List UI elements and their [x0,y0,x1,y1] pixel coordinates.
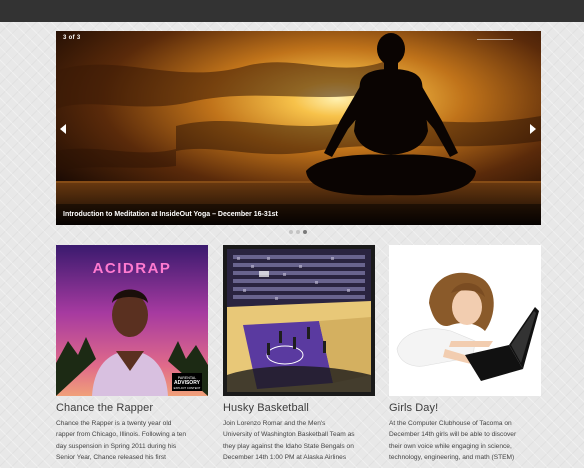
chevron-right-icon [530,124,536,134]
top-navigation-bar [0,0,584,22]
basketball-arena-image[interactable] [223,245,375,396]
card-title[interactable]: Girls Day! [389,402,541,414]
slide-counter: 3 of 3 [63,35,81,41]
card-excerpt-line: At the Computer Clubhouse of Tacoma on [389,420,512,427]
card-excerpt-line: Join Lorenzo Romar and the Men's [223,420,326,427]
card-excerpt-line: their own voice while engaging in scienc… [389,442,512,450]
acidrap-album-image[interactable]: ACIDRAP PARENTAL ADVISORY EXPLICIT CONTE… [56,245,208,396]
acidrap-title-art: ACIDRAP [93,260,172,277]
slide-progress-bar [477,39,513,40]
featured-slider[interactable]: 3 of 3 Introduction to Meditation at Insid… [56,31,541,225]
slide-caption-bar: Introduction to Meditation at InsideOut … [56,204,541,225]
card-excerpt-line: they play against the Idaho State Bengal… [223,442,354,450]
parental-advisory-line3: EXPLICIT CONTENT [174,386,201,390]
card-excerpt-line: rapper from Chicago, Illinois. Following… [56,431,187,439]
card-excerpt-line: December 14th girls will be able to disc… [389,431,517,439]
card-excerpt-line: Senior Year, Chance released his first [56,453,166,461]
slider-dot-3[interactable] [303,230,307,234]
slider-pagination [289,230,311,234]
card-excerpt: Join Lorenzo Romar and the Men's Univers… [223,418,375,463]
card-excerpt-line: day suspension in Spring 2011 during his [56,442,177,450]
slider-dot-1[interactable] [289,230,293,234]
card-excerpt: Chance the Rapper is a twenty year old r… [56,418,208,463]
event-card-girls-day: Girls Day! At the Computer Clubhouse of … [389,245,541,463]
card-excerpt-line: Chance the Rapper is a twenty year old [56,420,172,427]
card-excerpt-line: technology, engineering, and math (STEM) [389,453,515,461]
slider-dot-2[interactable] [296,230,300,234]
card-title[interactable]: Husky Basketball [223,402,375,414]
card-excerpt-line: University of Washington Basketball Team… [223,431,355,439]
event-card-chance-the-rapper: ACIDRAP PARENTAL ADVISORY EXPLICIT CONTE… [56,245,208,463]
card-excerpt-line: December 14th 1:00 PM at Alaska Airlines [223,453,347,461]
meditation-sunset-image [56,31,541,225]
girl-with-laptop-image[interactable] [389,245,541,396]
slide-caption-link[interactable]: Introduction to Meditation at InsideOut … [63,211,278,218]
event-card-husky-basketball: Husky Basketball Join Lorenzo Romar and … [223,245,375,463]
slide-counter-total: 3 [76,35,81,41]
next-slide-button[interactable] [528,123,538,135]
card-excerpt: At the Computer Clubhouse of Tacoma on D… [389,418,541,463]
slide-counter-separator: of [68,35,75,41]
previous-slide-button[interactable] [58,123,68,135]
chevron-left-icon [60,124,66,134]
card-title[interactable]: Chance the Rapper [56,402,208,414]
